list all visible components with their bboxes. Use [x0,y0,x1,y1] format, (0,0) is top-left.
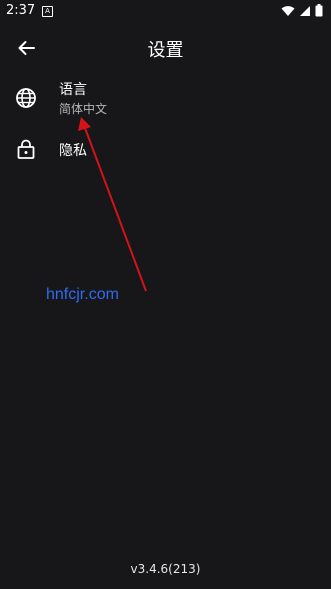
status-time: 2:37 [6,3,36,18]
page-title: 设置 [147,40,184,61]
settings-item-language-value: 简体中文 [59,102,108,116]
settings-item-privacy-label: 隐私 [59,143,87,159]
lock-icon [17,139,35,159]
status-icons [281,4,323,17]
status-bar: 2:37 A [0,0,331,22]
globe-icon [16,88,36,108]
settings-item-language-label: 语言 [59,82,87,98]
watermark-text: hnfcjr.com [46,286,119,303]
settings-item-privacy[interactable]: 隐私 [0,130,331,170]
app-bar: 设置 [0,28,331,68]
wifi-icon [281,5,295,16]
signal-icon [300,5,310,16]
notification-app-icon: A [42,6,53,17]
settings-item-language[interactable]: 语言 简体中文 [0,72,331,124]
version-label: v3.4.6(213) [130,562,201,576]
battery-icon [315,4,323,17]
